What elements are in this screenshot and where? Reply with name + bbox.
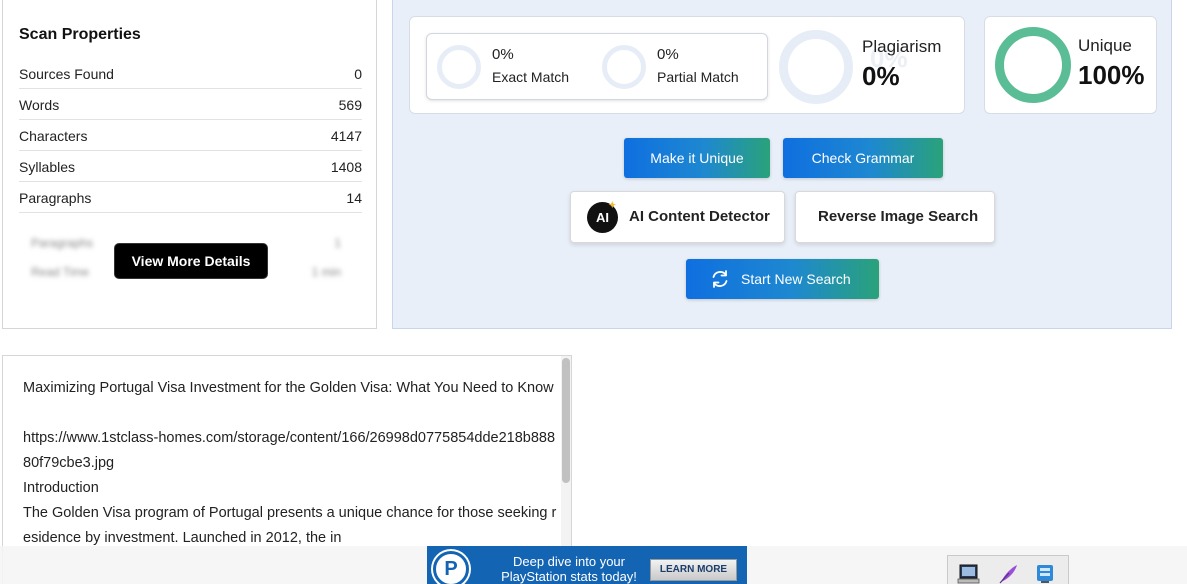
ai-content-detector-button[interactable]: AI ✦ AI Content Detector — [570, 191, 785, 243]
scrollbar-thumb[interactable] — [562, 358, 570, 483]
network-icon[interactable] — [1032, 562, 1058, 584]
prop-label: Paragraphs — [19, 190, 92, 206]
prop-value: 569 — [338, 97, 362, 113]
feather-icon[interactable] — [995, 562, 1021, 584]
ad-text: Deep dive into your PlayStation stats to… — [501, 554, 637, 584]
prop-label: Characters — [19, 128, 88, 144]
partial-match-value: 0% — [657, 46, 679, 63]
blurred-value: 1 — [334, 236, 341, 250]
doc-heading: Introduction — [23, 480, 99, 496]
plagiarism-value: 0% — [862, 61, 900, 91]
blurred-label: Paragraphs — [31, 236, 94, 250]
unique-value: 100% — [1078, 60, 1145, 90]
doc-paragraph: The Golden Visa program of Portugal pres… — [23, 505, 557, 546]
document-text: Maximizing Portugal Visa Investment for … — [23, 376, 563, 551]
doc-image-url: https://www.1stclass-homes.com/storage/c… — [23, 430, 556, 471]
start-new-search-button[interactable]: Start New Search — [686, 259, 879, 299]
taskbar-tray — [947, 555, 1069, 584]
check-grammar-button[interactable]: Check Grammar — [783, 138, 943, 178]
results-panel: 0% Exact Match 0% Partial Match 0% Plagi… — [392, 0, 1172, 329]
partial-match-label: Partial Match — [657, 69, 739, 85]
unique-card: Unique 100% — [984, 16, 1157, 114]
ad-learn-more-button[interactable]: LEARN MORE — [650, 559, 737, 581]
scan-properties-title: Scan Properties — [19, 26, 141, 43]
prop-label: Words — [19, 97, 60, 113]
ai-icon-text: AI — [596, 210, 609, 225]
match-breakdown-card: 0% Exact Match 0% Partial Match — [426, 33, 768, 100]
prop-label: Syllables — [19, 159, 76, 175]
ad-banner[interactable]: P Deep dive into your PlayStation stats … — [427, 546, 747, 584]
plagiarism-card: 0% Exact Match 0% Partial Match 0% Plagi… — [409, 16, 965, 114]
unique-ring-icon — [995, 27, 1071, 103]
start-new-search-label: Start New Search — [741, 271, 851, 287]
exact-match-ring-icon — [437, 45, 481, 89]
make-it-unique-button[interactable]: Make it Unique — [624, 138, 770, 178]
prop-value: 4147 — [330, 128, 362, 144]
plagiarism-ring-icon — [779, 30, 853, 104]
ai-icon: AI ✦ — [587, 200, 618, 233]
view-more-details-button[interactable]: View More Details — [114, 243, 268, 279]
doc-blank-line — [23, 401, 563, 426]
prop-value: 0 — [354, 66, 362, 82]
ai-content-detector-label: AI Content Detector — [629, 208, 770, 225]
doc-title: Maximizing Portugal Visa Investment for … — [23, 380, 554, 396]
prop-value: 1408 — [330, 159, 362, 175]
prop-row-paragraphs: Paragraphs 14 — [19, 182, 362, 213]
prop-row-syllables: Syllables 1408 — [19, 151, 362, 182]
reverse-image-search-label: Reverse Image Search — [818, 208, 979, 225]
reverse-image-search-button[interactable]: Reverse Image Search — [795, 191, 995, 243]
prop-label: Sources Found — [19, 66, 114, 82]
scan-properties-panel: Scan Properties Sources Found 0 Words 56… — [2, 0, 377, 329]
prop-row-characters: Characters 4147 — [19, 120, 362, 151]
ad-logo-icon: P — [433, 551, 469, 584]
blurred-label: Read Time — [31, 265, 90, 279]
partial-match-ring-icon — [602, 45, 646, 89]
prop-value: 14 — [346, 190, 362, 206]
computer-icon[interactable] — [956, 562, 982, 584]
prop-row-sources: Sources Found 0 — [19, 58, 362, 89]
sparkle-icon: ✦ — [608, 200, 616, 210]
exact-match-label: Exact Match — [492, 69, 570, 85]
blurred-value: 1 min — [311, 265, 341, 279]
prop-row-words: Words 569 — [19, 89, 362, 120]
plagiarism-label: Plagiarism — [862, 37, 942, 56]
refresh-icon — [712, 270, 728, 288]
exact-match-value: 0% — [492, 46, 514, 63]
unique-label: Unique — [1078, 36, 1132, 55]
